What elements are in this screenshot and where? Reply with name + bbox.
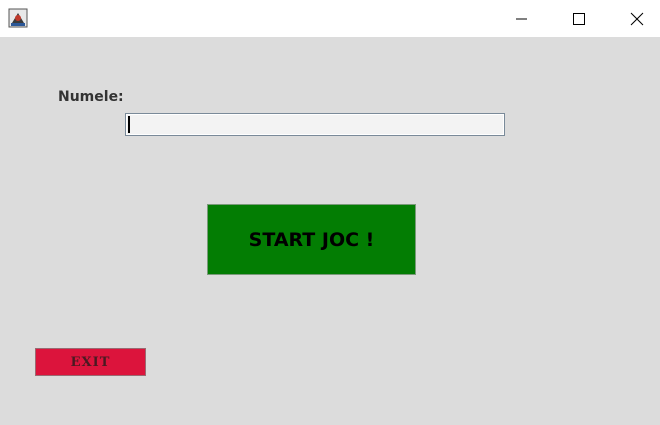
java-app-icon[interactable] <box>8 8 28 28</box>
close-icon <box>630 12 644 26</box>
close-button[interactable] <box>614 0 660 37</box>
maximize-button[interactable] <box>556 0 602 37</box>
app-window: Numele: START JOC ! EXIT <box>0 0 660 425</box>
exit-button[interactable]: EXIT <box>35 348 146 376</box>
minimize-button[interactable] <box>498 0 544 37</box>
text-caret <box>128 116 130 133</box>
start-game-button[interactable]: START JOC ! <box>207 204 416 275</box>
title-bar <box>0 0 660 37</box>
name-label: Numele: <box>58 89 124 105</box>
name-input[interactable] <box>125 113 505 136</box>
maximize-icon <box>573 13 585 25</box>
minimize-icon <box>516 18 527 20</box>
